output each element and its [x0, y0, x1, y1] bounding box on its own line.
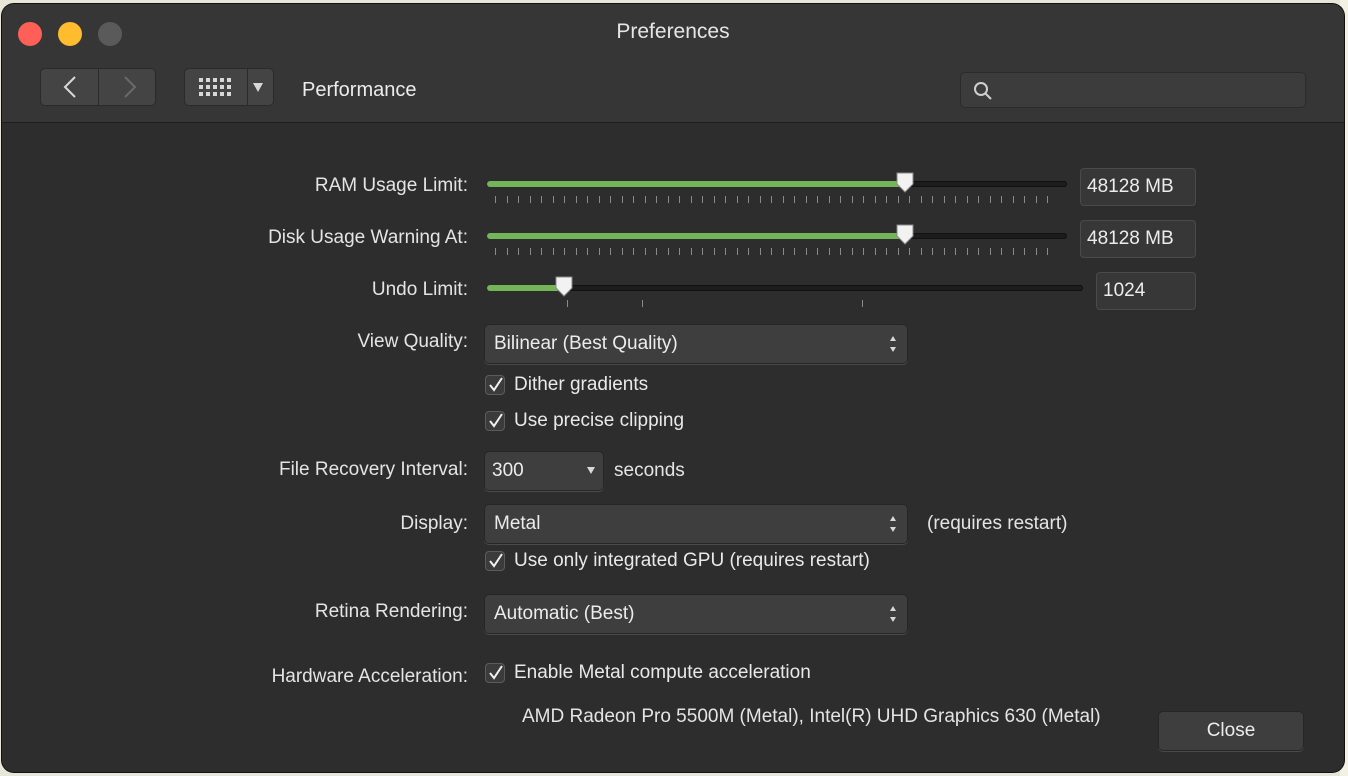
ram-usage-label: RAM Usage Limit: — [314, 175, 468, 196]
performance-panel: RAM Usage Limit: 48128 MB Disk Usage War… — [2, 123, 1344, 772]
undo-limit-slider[interactable] — [487, 276, 1083, 310]
grid-icon — [199, 78, 233, 96]
retina-rendering-select[interactable]: Automatic (Best) — [484, 594, 908, 634]
display-restart-note: (requires restart) — [927, 513, 1068, 534]
retina-rendering-label: Retina Rendering: — [314, 601, 468, 622]
updown-arrows-icon — [890, 336, 896, 352]
navigation-buttons — [40, 68, 156, 106]
file-recovery-unit: seconds — [614, 460, 685, 481]
hardware-acceleration-label: Hardware Acceleration: — [271, 666, 468, 687]
file-recovery-label: File Recovery Interval: — [278, 459, 468, 480]
view-quality-select[interactable]: Bilinear (Best Quality) — [484, 324, 908, 364]
file-recovery-combobox[interactable]: 300 — [484, 451, 604, 491]
undo-limit-label: Undo Limit: — [371, 279, 468, 300]
file-recovery-value: 300 — [492, 460, 524, 481]
chevron-down-icon[interactable] — [587, 467, 595, 474]
display-label: Display: — [400, 513, 468, 534]
preferences-window: Preferences Performance RAM Usage Limit:… — [2, 4, 1344, 772]
disk-warning-label: Disk Usage Warning At: — [268, 227, 468, 248]
view-quality-label: View Quality: — [357, 331, 468, 352]
back-icon[interactable] — [61, 76, 81, 98]
display-select[interactable]: Metal — [484, 504, 908, 544]
search-input[interactable] — [1001, 73, 1301, 109]
checkmark-icon — [489, 553, 503, 568]
disk-warning-value[interactable]: 48128 MB — [1080, 220, 1196, 258]
precise-clipping-checkbox[interactable] — [485, 411, 505, 431]
title-bar: Preferences — [2, 4, 1344, 60]
checkmark-icon — [489, 377, 503, 392]
chevron-down-icon[interactable] — [253, 83, 263, 92]
close-button[interactable]: Close — [1158, 711, 1304, 751]
gpu-info-text: AMD Radeon Pro 5500M (Metal), Intel(R) U… — [522, 706, 1101, 727]
ram-usage-value[interactable]: 48128 MB — [1080, 168, 1196, 206]
slider-thumb[interactable] — [896, 172, 914, 194]
view-quality-value: Bilinear (Best Quality) — [494, 333, 678, 354]
forward-icon[interactable] — [119, 76, 139, 98]
dither-gradients-label: Dither gradients — [514, 374, 649, 395]
slider-thumb[interactable] — [896, 224, 914, 246]
retina-rendering-value: Automatic (Best) — [494, 603, 635, 624]
metal-compute-checkbox[interactable] — [485, 663, 505, 683]
show-all-button[interactable] — [184, 68, 274, 106]
precise-clipping-label: Use precise clipping — [514, 410, 685, 431]
disk-warning-slider[interactable] — [487, 224, 1067, 258]
metal-compute-label: Enable Metal compute acceleration — [514, 662, 811, 683]
integrated-gpu-label: Use only integrated GPU (requires restar… — [514, 550, 870, 571]
display-value: Metal — [494, 513, 541, 534]
updown-arrows-icon — [890, 516, 896, 532]
undo-limit-value[interactable]: 1024 — [1096, 272, 1196, 310]
updown-arrows-icon — [890, 606, 896, 622]
slider-thumb[interactable] — [555, 276, 573, 298]
section-title: Performance — [302, 79, 417, 101]
toolbar: Performance — [2, 60, 1344, 123]
integrated-gpu-checkbox[interactable] — [485, 551, 505, 571]
ram-usage-slider[interactable] — [487, 172, 1067, 206]
window-title: Preferences — [616, 20, 730, 43]
checkmark-icon — [489, 665, 503, 680]
dither-gradients-checkbox[interactable] — [485, 375, 505, 395]
search-icon — [973, 81, 993, 101]
checkmark-icon — [489, 413, 503, 428]
search-field[interactable] — [960, 72, 1306, 109]
